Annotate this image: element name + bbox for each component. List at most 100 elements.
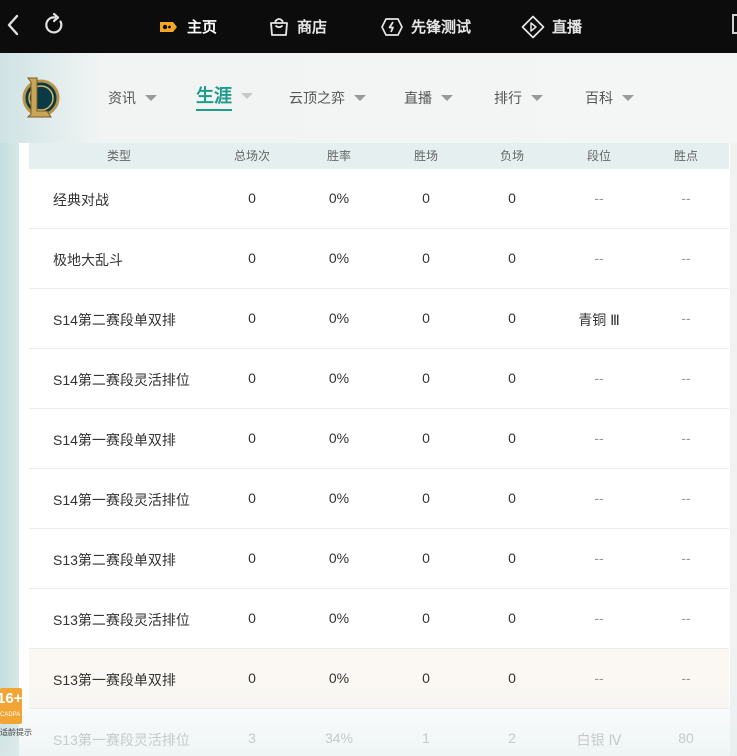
cell-rank: -- <box>594 370 604 386</box>
cell-lp: -- <box>681 670 691 686</box>
subnav-label: 资讯 <box>108 90 136 106</box>
cell-lp: -- <box>681 490 691 506</box>
header-total-games: 总场次 <box>233 149 271 163</box>
age-rating-number: 16+ <box>0 690 23 707</box>
cell-total-games: 0 <box>248 190 256 206</box>
table-row[interactable]: S14第一赛段灵活排位 0 0% 0 0 -- -- <box>29 469 729 529</box>
cell-rank: -- <box>594 550 604 566</box>
scrollbar-track[interactable] <box>729 143 737 756</box>
cell-lp: -- <box>681 190 691 206</box>
cell-lp: -- <box>681 610 691 626</box>
chevron-down-icon <box>241 93 253 99</box>
table-row[interactable]: 经典对战 0 0% 0 0 -- -- <box>29 169 729 229</box>
cell-rank: -- <box>594 190 604 206</box>
nav-live-label: 直播 <box>552 19 583 36</box>
subnav-label: 排行 <box>494 90 522 106</box>
chevron-down-icon <box>622 95 634 101</box>
cell-win-rate: 34% <box>324 730 354 746</box>
nav-pbe[interactable]: 先锋测试 <box>380 0 471 53</box>
nav-home[interactable]: 主页 <box>156 0 217 53</box>
cell-type: S14第一赛段灵活排位 <box>53 492 190 508</box>
cell-type: S14第一赛段单双排 <box>53 432 176 448</box>
cell-total-games: 0 <box>248 310 256 326</box>
cell-lp: -- <box>681 430 691 446</box>
subnav-label: 直播 <box>404 90 432 106</box>
cell-wins: 0 <box>422 670 430 686</box>
chevron-down-icon <box>531 95 543 101</box>
cell-total-games: 0 <box>248 370 256 386</box>
cell-type: S14第二赛段灵活排位 <box>53 372 190 388</box>
subnav-item-ranking[interactable]: 排行 <box>494 86 543 110</box>
table-row[interactable]: S13第一赛段单双排 0 0% 0 0 -- -- <box>29 649 729 709</box>
cell-win-rate: 0% <box>328 190 350 206</box>
cell-wins: 0 <box>422 430 430 446</box>
cell-losses: 0 <box>508 490 516 506</box>
cell-total-games: 0 <box>248 430 256 446</box>
cell-total-games: 0 <box>248 490 256 506</box>
table-row[interactable]: 极地大乱斗 0 0% 0 0 -- -- <box>29 229 729 289</box>
lightning-icon <box>381 17 403 36</box>
shopping-bag-icon <box>270 17 288 36</box>
cell-win-rate: 0% <box>328 430 350 446</box>
nav-live[interactable]: 直播 <box>521 0 582 53</box>
cell-lp: -- <box>681 310 691 326</box>
subnav-item-live[interactable]: 直播 <box>404 86 453 110</box>
cell-win-rate: 0% <box>328 310 350 326</box>
table-row[interactable]: S13第二赛段灵活排位 0 0% 0 0 -- -- <box>29 589 729 649</box>
play-diamond-icon <box>521 15 545 38</box>
chevron-down-icon <box>145 95 157 101</box>
table-row[interactable]: S13第二赛段单双排 0 0% 0 0 -- -- <box>29 529 729 589</box>
table-row[interactable]: S14第一赛段单双排 0 0% 0 0 -- -- <box>29 409 729 469</box>
subnav-label: 百科 <box>585 90 613 106</box>
cell-win-rate: 0% <box>328 370 350 386</box>
age-rating-org: CADPA <box>0 712 21 718</box>
nav-shop-label: 商店 <box>297 19 328 36</box>
refresh-icon[interactable] <box>43 12 67 38</box>
cell-type: 经典对战 <box>53 192 109 208</box>
subnav-item-news[interactable]: 资讯 <box>108 86 157 110</box>
header-win-rate: 胜率 <box>326 149 352 163</box>
cell-wins: 0 <box>422 370 430 386</box>
table-row[interactable]: S14第二赛段灵活排位 0 0% 0 0 -- -- <box>29 349 729 409</box>
cell-rank: 青铜 Ⅲ <box>578 312 620 328</box>
subnav-item-career[interactable]: 生涯 <box>196 82 253 111</box>
cell-type: 极地大乱斗 <box>53 252 123 268</box>
table-row[interactable]: S14第二赛段单双排 0 0% 0 0 青铜 Ⅲ -- <box>29 289 729 349</box>
cell-total-games: 0 <box>248 550 256 566</box>
subnav-item-wiki[interactable]: 百科 <box>585 86 634 110</box>
header-wins: 胜场 <box>413 149 439 163</box>
cell-total-games: 0 <box>248 670 256 686</box>
header-rank: 段位 <box>586 149 612 163</box>
cell-rank: -- <box>594 670 604 686</box>
back-icon[interactable] <box>4 12 24 38</box>
cell-total-games: 3 <box>248 730 256 746</box>
cell-rank: -- <box>594 250 604 266</box>
cell-rank: -- <box>594 610 604 626</box>
cell-win-rate: 0% <box>328 250 350 266</box>
subnav-label: 生涯 <box>196 82 232 111</box>
cell-wins: 0 <box>422 490 430 506</box>
cell-rank: -- <box>594 430 604 446</box>
cell-losses: 2 <box>508 730 516 746</box>
cell-losses: 0 <box>508 550 516 566</box>
lol-logo[interactable] <box>20 75 60 121</box>
cell-type: S14第二赛段单双排 <box>53 312 176 328</box>
nav-home-label: 主页 <box>187 19 218 36</box>
cell-losses: 0 <box>508 370 516 386</box>
cell-losses: 0 <box>508 310 516 326</box>
cell-wins: 0 <box>422 610 430 626</box>
cell-wins: 1 <box>422 730 430 746</box>
age-rating-tip: 适龄提示 <box>0 728 32 737</box>
subnav-item-tft[interactable]: 云顶之弈 <box>289 86 366 110</box>
nav-shop[interactable]: 商店 <box>268 0 327 53</box>
section-nav: 资讯 生涯 云顶之弈 直播 排行 百科 <box>0 53 737 143</box>
cell-total-games: 0 <box>248 250 256 266</box>
ranked-stats-table: 类型 总场次 胜率 胜场 负场 段位 胜点 经典对战 0 0% 0 0 -- -- 极地大乱斗… <box>19 143 730 756</box>
header-type: 类型 <box>106 149 132 163</box>
cell-type: S13第一赛段单双排 <box>53 672 176 688</box>
cell-wins: 0 <box>422 550 430 566</box>
cell-win-rate: 0% <box>328 610 350 626</box>
cell-wins: 0 <box>422 190 430 206</box>
table-row[interactable]: S13第一赛段灵活排位 3 34% 1 2 白银 Ⅳ 80 <box>29 709 729 756</box>
header-lp: 胜点 <box>673 149 699 163</box>
